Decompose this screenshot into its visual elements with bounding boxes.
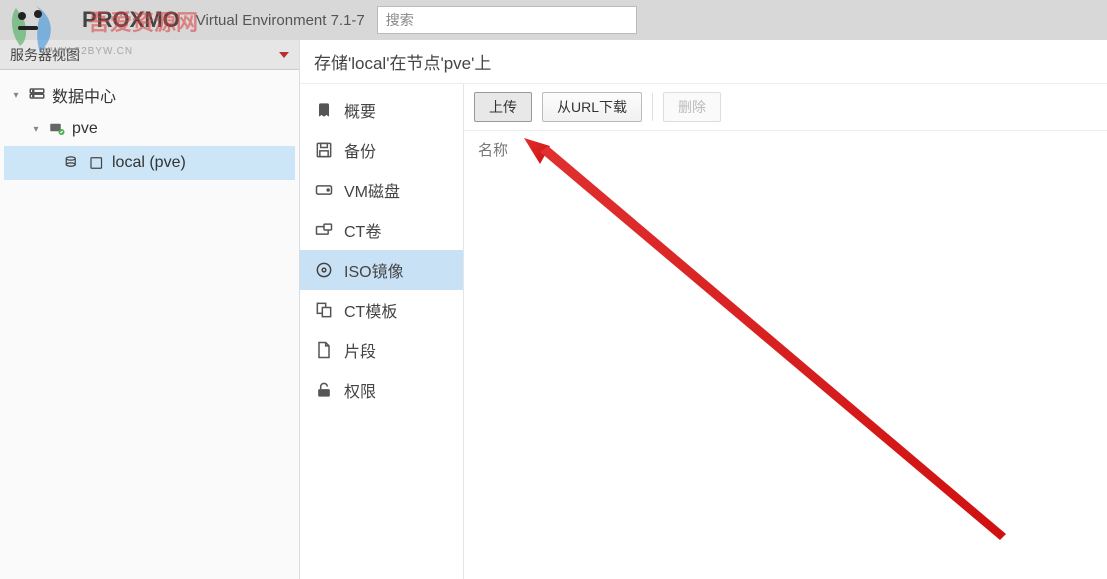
upload-button[interactable]: 上传 xyxy=(474,92,532,122)
app-header: PROXMO 吾爱资源网 Virtual Environment 7.1-7 xyxy=(0,0,1107,40)
sidebar-item-cttemplate[interactable]: CT模板 xyxy=(300,290,463,330)
watermark-url: WWW.52BYW.CN xyxy=(40,46,133,57)
main-layout: 服务器视图 ▾ 数据中心 ▾ xyxy=(0,40,1107,579)
datacenter-icon xyxy=(28,86,46,104)
breadcrumb-text: 存储'local'在节点'pve'上 xyxy=(314,49,491,74)
sidebar-item-ctvol[interactable]: CT卷 xyxy=(300,210,463,250)
template-icon xyxy=(314,300,334,320)
sidebar-item-label: ISO镜像 xyxy=(344,258,404,282)
tree-expander-icon[interactable]: ▾ xyxy=(10,89,22,101)
content-split: 概要 备份 VM磁盘 xyxy=(300,84,1107,579)
tree-row-node-pve[interactable]: ▾ pve xyxy=(4,112,295,146)
sidebar-item-label: 片段 xyxy=(344,338,376,362)
download-from-url-button[interactable]: 从URL下载 xyxy=(542,92,642,122)
file-icon xyxy=(314,340,334,360)
watermark-overlay-text: 吾爱资源网 xyxy=(88,5,198,37)
sidebar-item-label: 权限 xyxy=(344,378,376,402)
sidebar-item-backup[interactable]: 备份 xyxy=(300,130,463,170)
ct-volume-icon xyxy=(314,220,334,240)
folder-icon xyxy=(88,154,106,172)
storage-icon xyxy=(64,154,82,172)
sidebar-item-label: 备份 xyxy=(344,138,376,162)
disc-icon xyxy=(314,260,334,280)
sidebar-item-label: CT卷 xyxy=(344,218,381,242)
resource-tree: ▾ 数据中心 ▾ xyxy=(0,70,299,188)
right-content-panel: 存储'local'在节点'pve'上 概要 备份 xyxy=(300,40,1107,579)
breadcrumb: 存储'local'在节点'pve'上 xyxy=(300,40,1107,84)
sidebar-item-label: 概要 xyxy=(344,98,376,122)
tree-row-storage-local[interactable]: local (pve) xyxy=(4,146,295,180)
version-label: Virtual Environment 7.1-7 xyxy=(196,12,365,29)
tree-row-datacenter[interactable]: ▾ 数据中心 xyxy=(4,78,295,112)
tree-label: pve xyxy=(72,120,98,138)
content-main: 上传 从URL下载 删除 名称 xyxy=(464,84,1107,579)
brand-logo xyxy=(10,2,70,38)
sidebar-item-summary[interactable]: 概要 xyxy=(300,90,463,130)
sidebar-item-label: VM磁盘 xyxy=(344,178,400,202)
sidebar-item-vmdisk[interactable]: VM磁盘 xyxy=(300,170,463,210)
chevron-down-icon xyxy=(279,52,289,58)
sidebar-item-iso[interactable]: ISO镜像 xyxy=(300,250,463,290)
hdd-icon xyxy=(314,180,334,200)
search-input[interactable] xyxy=(377,6,637,34)
left-tree-panel: 服务器视图 ▾ 数据中心 ▾ xyxy=(0,40,300,579)
sidebar-item-label: CT模板 xyxy=(344,298,397,322)
brand-text: PROXMO 吾爱资源网 xyxy=(82,7,180,33)
server-node-icon xyxy=(48,120,66,138)
unlock-icon xyxy=(314,380,334,400)
tree-label: local (pve) xyxy=(112,154,186,172)
tree-label: 数据中心 xyxy=(52,83,116,107)
storage-tab-sidebar: 概要 备份 VM磁盘 xyxy=(300,84,464,579)
sidebar-item-snippet[interactable]: 片段 xyxy=(300,330,463,370)
tree-expander-icon[interactable]: ▾ xyxy=(30,123,42,135)
toolbar-separator xyxy=(652,93,653,121)
list-column-header-name[interactable]: 名称 xyxy=(464,130,1107,168)
content-toolbar: 上传 从URL下载 删除 xyxy=(464,84,1107,130)
delete-button[interactable]: 删除 xyxy=(663,92,721,122)
sidebar-item-permissions[interactable]: 权限 xyxy=(300,370,463,410)
book-icon xyxy=(314,100,334,120)
floppy-icon xyxy=(314,140,334,160)
